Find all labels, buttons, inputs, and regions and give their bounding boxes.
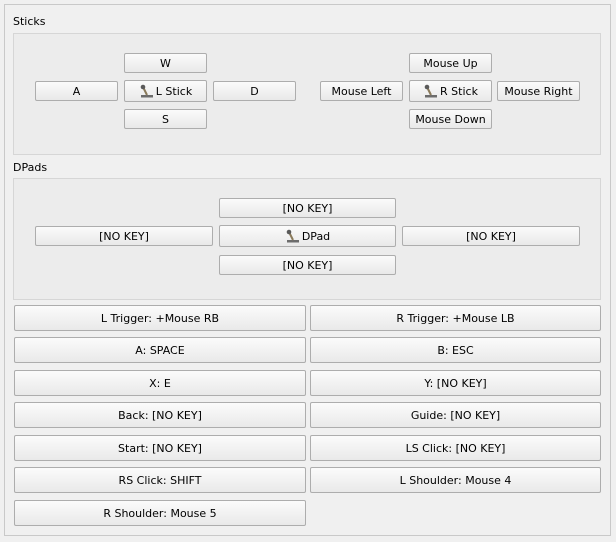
dpads-title: DPads	[13, 161, 48, 174]
back-button-binding[interactable]: Back: [NO KEY]	[14, 402, 306, 428]
dpad-right-button[interactable]: [NO KEY]	[402, 226, 580, 246]
dpad-label: DPad	[301, 229, 331, 243]
dpad-button[interactable]: DPad	[219, 225, 396, 247]
left-stick-button[interactable]: L Stick	[124, 80, 207, 102]
left-stick-left-button[interactable]: A	[35, 81, 118, 101]
guide-button-binding[interactable]: Guide: [NO KEY]	[310, 402, 601, 428]
left-stick-down-button[interactable]: S	[124, 109, 207, 129]
right-stick-left-button[interactable]: Mouse Left	[320, 81, 403, 101]
y-button-binding[interactable]: Y: [NO KEY]	[310, 370, 601, 396]
right-stick-down-button[interactable]: Mouse Down	[409, 109, 492, 129]
a-button-binding[interactable]: A: SPACE	[14, 337, 306, 363]
dpad-left-button[interactable]: [NO KEY]	[35, 226, 213, 246]
dpad-up-button[interactable]: [NO KEY]	[219, 198, 396, 218]
rs-click-binding[interactable]: RS Click: SHIFT	[14, 467, 306, 493]
dpad-icon	[285, 229, 301, 243]
right-stick-button[interactable]: R Stick	[409, 80, 492, 102]
l-trigger-button[interactable]: L Trigger: +Mouse RB	[14, 305, 306, 331]
joystick-icon	[423, 84, 439, 98]
b-button-binding[interactable]: B: ESC	[310, 337, 601, 363]
right-stick-right-button[interactable]: Mouse Right	[497, 81, 580, 101]
dpad-down-button[interactable]: [NO KEY]	[219, 255, 396, 275]
ls-click-binding[interactable]: LS Click: [NO KEY]	[310, 435, 601, 461]
right-stick-up-button[interactable]: Mouse Up	[409, 53, 492, 73]
left-stick-right-button[interactable]: D	[213, 81, 296, 101]
left-stick-up-button[interactable]: W	[124, 53, 207, 73]
right-stick-label: R Stick	[440, 84, 478, 98]
joystick-icon	[139, 84, 155, 98]
r-trigger-button[interactable]: R Trigger: +Mouse LB	[310, 305, 601, 331]
x-button-binding[interactable]: X: E	[14, 370, 306, 396]
sticks-title: Sticks	[13, 15, 46, 28]
l-shoulder-binding[interactable]: L Shoulder: Mouse 4	[310, 467, 601, 493]
left-stick-label: L Stick	[155, 84, 193, 98]
start-button-binding[interactable]: Start: [NO KEY]	[14, 435, 306, 461]
r-shoulder-binding[interactable]: R Shoulder: Mouse 5	[14, 500, 306, 526]
